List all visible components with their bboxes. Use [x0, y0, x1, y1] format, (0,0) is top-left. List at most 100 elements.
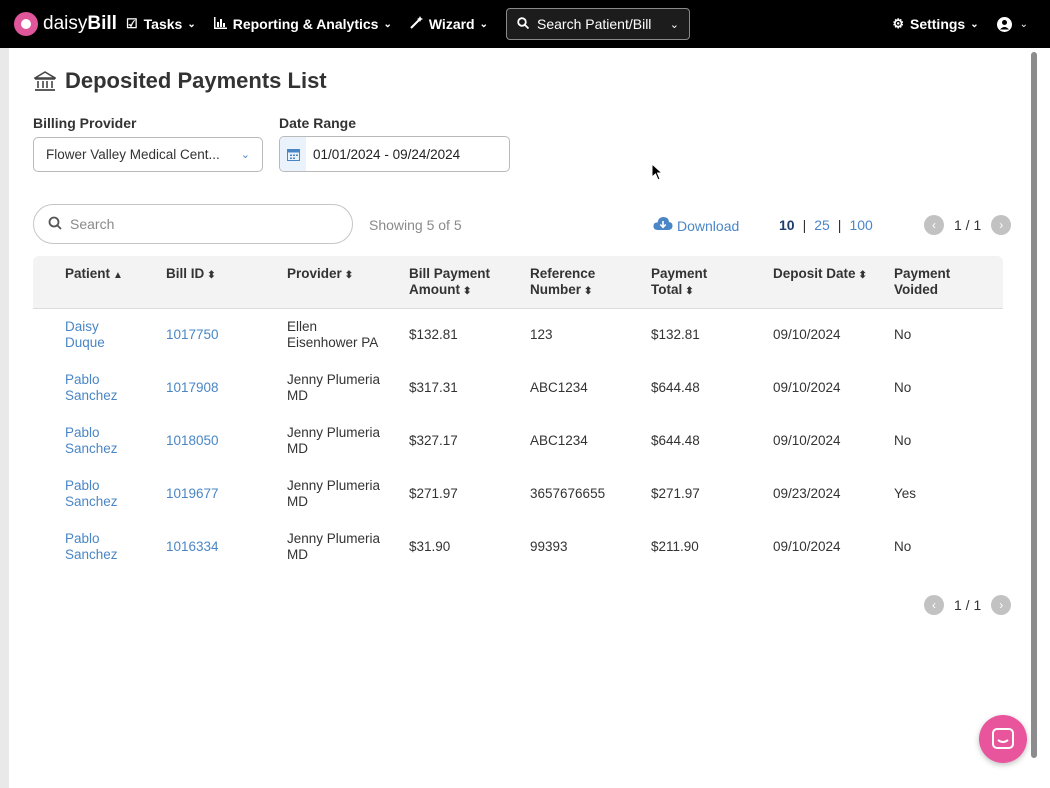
amount-cell: $132.81	[409, 327, 458, 342]
sort-icon: ⬍	[463, 286, 472, 297]
provider-cell: Jenny Plumeria MD	[287, 478, 381, 509]
sort-icon: ⬍	[344, 270, 354, 281]
sort-icon: ⬍	[858, 270, 867, 281]
daisy-logo-icon	[14, 12, 38, 36]
download-button[interactable]: Download	[653, 216, 739, 236]
billing-provider-select[interactable]: Flower Valley Medical Cent... ⌄	[33, 137, 263, 172]
next-page-button[interactable]: ›	[991, 595, 1012, 615]
col-bill-id[interactable]: Bill ID ⬍	[166, 266, 216, 284]
patient-link[interactable]: Pablo Sanchez	[65, 478, 118, 510]
total-cell: $271.97	[651, 486, 700, 501]
deposit-date-cell: 09/10/2024	[773, 327, 841, 342]
chat-launcher-button[interactable]	[979, 715, 1027, 763]
nav-settings[interactable]: ⚙ Settings ⌄	[892, 16, 978, 32]
amount-cell: $271.97	[409, 486, 458, 501]
total-cell: $211.90	[651, 539, 699, 554]
showing-count: Showing 5 of 5	[369, 217, 462, 233]
pagination-top: ‹ 1 / 1 ›	[924, 215, 1012, 235]
cloud-download-icon	[653, 216, 673, 236]
provider-cell: Jenny Plumeria MD	[287, 372, 381, 403]
page-size-selector: 10 | 25 | 100	[779, 217, 873, 233]
user-menu[interactable]: ⌄	[996, 16, 1028, 32]
daisybill-logo[interactable]: daisyBill	[14, 12, 126, 36]
deposit-date-cell: 09/10/2024	[773, 539, 841, 554]
deposit-date-cell: 09/10/2024	[773, 433, 841, 448]
voided-cell: No	[894, 539, 912, 554]
col-patient[interactable]: Patient ▲	[65, 266, 123, 284]
total-cell: $644.48	[651, 433, 700, 448]
clipboard-check-icon: ☑	[126, 16, 138, 31]
col-deposit-date[interactable]: Deposit Date ⬍	[773, 266, 867, 284]
reference-cell: 3657676655	[530, 486, 606, 501]
provider-cell: Ellen Eisenhower PA	[287, 319, 379, 350]
total-cell: $132.81	[651, 327, 700, 342]
patient-link[interactable]: Pablo Sanchez	[65, 372, 118, 404]
nav-tasks[interactable]: ☑ Tasks ⌄	[126, 16, 196, 32]
table-row: Pablo Sanchez 1019677 Jenny Plumeria MD $2…	[33, 469, 1003, 522]
bar-chart-icon	[213, 16, 227, 32]
date-range-label: Date Range	[279, 115, 357, 131]
bill-id-link[interactable]: 1018050	[166, 433, 219, 449]
table-row: Pablo Sanchez 1016334 Jenny Plumeria MD $3…	[33, 522, 1003, 575]
patient-bill-search-label: Search Patient/Bill	[537, 16, 652, 32]
bill-id-link[interactable]: 1017750	[166, 327, 219, 343]
page-size-10[interactable]: 10	[779, 217, 795, 233]
provider-cell: Jenny Plumeria MD	[287, 425, 381, 456]
billing-provider-label: Billing Provider	[33, 115, 137, 131]
prev-page-button[interactable]: ‹	[924, 215, 944, 235]
bill-id-link[interactable]: 1017908	[166, 380, 219, 396]
chevron-down-icon: ⌄	[240, 149, 250, 161]
amount-cell: $31.90	[409, 539, 451, 554]
nav-wizard[interactable]: Wizard ⌄	[410, 16, 488, 32]
total-cell: $644.48	[651, 380, 700, 395]
table-row: Daisy Duque 1017750 Ellen Eisenhower PA $1…	[33, 310, 1003, 363]
mouse-cursor-icon	[651, 163, 663, 181]
prev-page-button[interactable]: ‹	[924, 595, 944, 615]
next-page-button[interactable]: ›	[991, 215, 1012, 235]
download-label: Download	[677, 218, 740, 234]
reference-cell: 123	[530, 327, 553, 342]
page-header: Deposited Payments List	[34, 68, 327, 94]
patient-link[interactable]: Pablo Sanchez	[65, 425, 118, 457]
page-size-25[interactable]: 25	[814, 217, 830, 233]
gear-icon: ⚙	[892, 16, 904, 31]
col-reference-number[interactable]: Reference Number ⬍	[530, 266, 595, 300]
separator: |	[837, 217, 842, 233]
bill-id-link[interactable]: 1016334	[166, 539, 219, 555]
separator: |	[802, 217, 807, 233]
col-bill-payment-amount[interactable]: Bill Payment Amount ⬍	[409, 266, 490, 300]
chevron-down-icon: ⌄	[970, 18, 979, 30]
patient-bill-search[interactable]: Search Patient/Bill ⌄	[506, 8, 691, 40]
table-search-input[interactable]: Search	[33, 204, 353, 244]
nav-reporting[interactable]: Reporting & Analytics ⌄	[213, 16, 392, 32]
top-nav: daisyBill ☑ Tasks ⌄ Reporting & Analytic…	[0, 0, 1050, 48]
calendar-icon	[280, 137, 306, 171]
bill-id-link[interactable]: 1019677	[166, 486, 219, 502]
deposit-date-cell: 09/23/2024	[773, 486, 841, 501]
table-row: Pablo Sanchez 1018050 Jenny Plumeria MD $3…	[33, 416, 1003, 469]
nav-settings-label: Settings	[909, 16, 966, 32]
sort-icon: ⬍	[685, 286, 694, 297]
reference-cell: 99393	[530, 539, 568, 554]
magic-wand-icon	[410, 16, 423, 32]
page-indicator: 1 / 1	[954, 217, 982, 233]
col-provider[interactable]: Provider ⬍	[287, 266, 353, 284]
chevron-down-icon: ⌄	[383, 18, 392, 30]
main-content: Deposited Payments List Billing Provider…	[9, 48, 1029, 788]
scrollbar-thumb[interactable]	[1031, 52, 1037, 758]
patient-link[interactable]: Pablo Sanchez	[65, 531, 118, 563]
nav-reporting-label: Reporting & Analytics	[232, 16, 379, 32]
voided-cell: No	[894, 327, 912, 342]
chat-icon	[992, 728, 1014, 749]
sort-icon: ⬍	[207, 270, 216, 281]
col-payment-total[interactable]: Payment Total ⬍	[651, 266, 707, 300]
date-range-input[interactable]: 01/01/2024 - 09/24/2024	[279, 136, 510, 172]
voided-cell: No	[894, 380, 912, 395]
page-size-100[interactable]: 100	[849, 217, 872, 233]
col-payment-voided[interactable]: Payment Voided	[894, 266, 950, 298]
billing-provider-value: Flower Valley Medical Cent...	[46, 147, 220, 162]
patient-link[interactable]: Daisy Duque	[65, 319, 105, 351]
voided-cell: Yes	[894, 486, 917, 501]
chevron-down-icon: ⌄	[1019, 18, 1028, 30]
nav-wizard-label: Wizard	[428, 16, 475, 32]
